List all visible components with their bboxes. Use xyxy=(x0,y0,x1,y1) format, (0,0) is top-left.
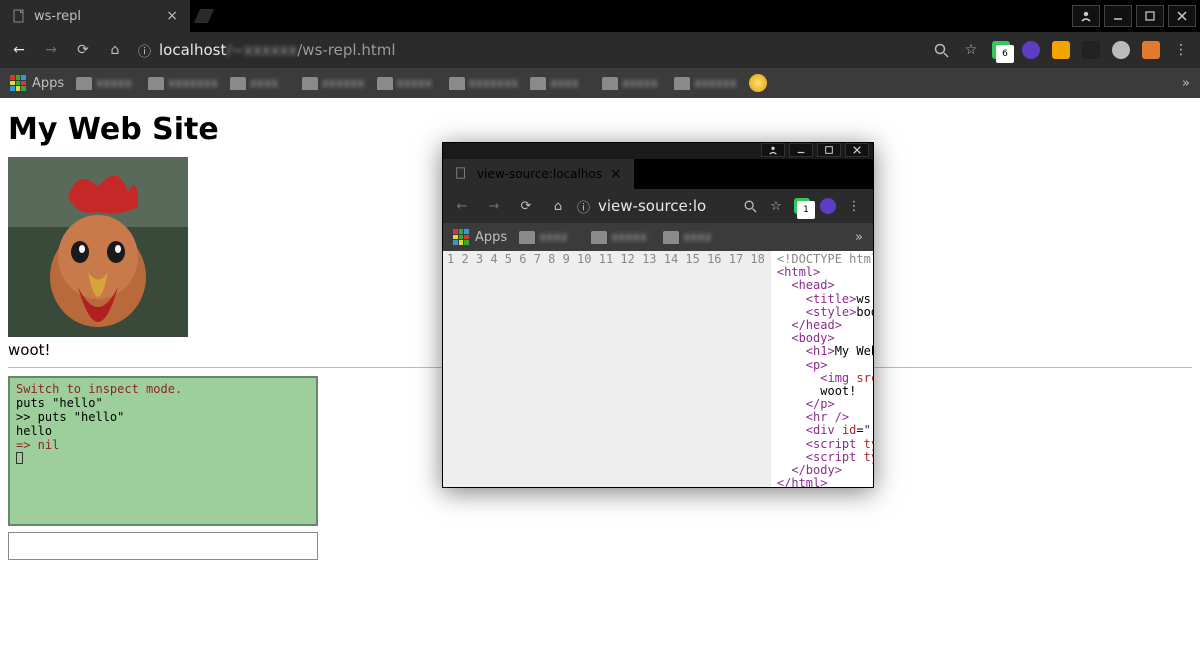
bookmark-item[interactable] xyxy=(749,74,767,92)
popup-bookmarks-bar: Apps xxxx xxxxx xxxx » xyxy=(443,223,873,251)
extension-1-icon[interactable]: 6 xyxy=(992,41,1010,59)
apps-label: Apps xyxy=(32,76,64,91)
apps-grid-icon xyxy=(10,75,26,91)
popup-apps-button[interactable]: Apps xyxy=(453,229,507,245)
star-icon[interactable]: ☆ xyxy=(962,41,980,59)
bookmark-folder[interactable]: xxxx xyxy=(519,230,579,244)
folder-icon xyxy=(449,77,465,90)
folder-icon xyxy=(602,77,618,90)
omnibox[interactable]: ⓘ localhost/~xxxxxx/ws-repl.html xyxy=(138,41,918,60)
folder-icon xyxy=(519,231,535,244)
bookmark-folder[interactable]: xxxx xyxy=(530,76,590,90)
source-pane[interactable]: 1 2 3 4 5 6 7 8 9 10 11 12 13 14 15 16 1… xyxy=(443,251,873,487)
popup-toolbar-right: ☆ 1 ⋮ xyxy=(741,197,863,215)
bookmark-folder[interactable]: xxxxxx xyxy=(302,76,365,90)
repl-console[interactable]: Switch to inspect mode.puts "hello">> pu… xyxy=(8,376,318,526)
popup-maximize-button[interactable] xyxy=(817,143,841,157)
home-button[interactable]: ⌂ xyxy=(106,42,124,58)
folder-icon xyxy=(591,231,607,244)
folder-icon xyxy=(663,231,679,244)
profile-button[interactable] xyxy=(1072,5,1100,27)
extension-2-icon[interactable] xyxy=(1022,41,1040,59)
window-controls xyxy=(1068,0,1200,32)
popup-extension-2-icon[interactable] xyxy=(819,197,837,215)
bookmark-folder[interactable]: xxxx xyxy=(663,230,723,244)
new-tab-button[interactable] xyxy=(190,0,218,32)
extension-4-icon[interactable] xyxy=(1082,41,1100,59)
apps-button[interactable]: Apps xyxy=(10,75,64,91)
star-icon[interactable]: ☆ xyxy=(767,197,785,215)
minimize-button[interactable] xyxy=(1104,5,1132,27)
popup-tabstrip: view-source:localhos × xyxy=(443,159,873,189)
popup-tab-title: view-source:localhos xyxy=(477,167,602,181)
menu-icon[interactable]: ⋮ xyxy=(1172,41,1190,59)
extension-6-icon[interactable] xyxy=(1142,41,1160,59)
repl-input[interactable] xyxy=(8,532,318,560)
popup-home-button[interactable]: ⌂ xyxy=(549,199,567,214)
browser-tab[interactable]: ws-repl × xyxy=(0,0,190,32)
site-info-icon[interactable]: ⓘ xyxy=(577,197,590,216)
popup-titlebar xyxy=(443,143,873,159)
popup-forward-button[interactable]: → xyxy=(485,199,503,214)
popup-omnibox[interactable]: ⓘ view-source:lo xyxy=(577,197,731,216)
bookmark-folder[interactable]: xxxxx xyxy=(602,76,662,90)
popup-reload-button[interactable]: ⟳ xyxy=(517,199,535,214)
extension-5-icon[interactable] xyxy=(1112,41,1130,59)
bookmarks-bar: Apps xxxxx xxxxxxx xxxx xxxxxx xxxxx xxx… xyxy=(0,68,1200,98)
page-favicon-icon xyxy=(12,9,26,23)
url-text: localhost/~xxxxxx/ws-repl.html xyxy=(159,41,395,59)
bookmark-folder[interactable]: xxxxx xyxy=(591,230,651,244)
bookmarks-overflow-icon[interactable]: » xyxy=(1182,76,1190,91)
back-button[interactable]: ← xyxy=(10,42,28,58)
site-info-icon[interactable]: ⓘ xyxy=(138,41,151,60)
maximize-button[interactable] xyxy=(1136,5,1164,27)
reload-button[interactable]: ⟳ xyxy=(74,42,92,58)
bookmark-folder[interactable]: xxxxx xyxy=(377,76,437,90)
lightbulb-icon xyxy=(749,74,767,92)
page-image xyxy=(8,157,188,337)
folder-icon xyxy=(76,77,92,90)
apps-grid-icon xyxy=(453,229,469,245)
popup-address-bar: ← → ⟳ ⌂ ⓘ view-source:lo ☆ 1 ⋮ xyxy=(443,189,873,223)
extension-3-icon[interactable] xyxy=(1052,41,1070,59)
page-favicon-icon xyxy=(455,167,469,181)
tab-title: ws-repl xyxy=(34,9,81,24)
view-source-window: view-source:localhos × ← → ⟳ ⌂ ⓘ view-so… xyxy=(442,142,874,488)
folder-icon xyxy=(230,77,246,90)
folder-icon xyxy=(530,77,546,90)
folder-icon xyxy=(674,77,690,90)
bookmarks-overflow-icon[interactable]: » xyxy=(855,230,863,245)
source-code: <!DOCTYPE html> <html> <head> <title>ws-… xyxy=(771,251,873,487)
popup-extension-1-icon[interactable]: 1 xyxy=(793,197,811,215)
forward-button[interactable]: → xyxy=(42,42,60,58)
tab-close-icon[interactable]: × xyxy=(166,8,178,24)
popup-profile-button[interactable] xyxy=(761,143,785,157)
main-titlebar: ws-repl × xyxy=(0,0,1200,32)
line-numbers: 1 2 3 4 5 6 7 8 9 10 11 12 13 14 15 16 1… xyxy=(443,251,771,487)
toolbar-right: ☆ 6 ⋮ xyxy=(932,41,1190,59)
search-icon[interactable] xyxy=(741,197,759,215)
bookmark-folder[interactable]: xxxxx xyxy=(76,76,136,90)
bookmark-folder[interactable]: xxxx xyxy=(230,76,290,90)
address-bar: ← → ⟳ ⌂ ⓘ localhost/~xxxxxx/ws-repl.html… xyxy=(0,32,1200,68)
popup-tab[interactable]: view-source:localhos × xyxy=(443,159,634,189)
folder-icon xyxy=(377,77,393,90)
folder-icon xyxy=(148,77,164,90)
popup-minimize-button[interactable] xyxy=(789,143,813,157)
folder-icon xyxy=(302,77,318,90)
bookmark-folder[interactable]: xxxxxxx xyxy=(449,76,519,90)
bookmark-folder[interactable]: xxxxxx xyxy=(674,76,737,90)
popup-menu-icon[interactable]: ⋮ xyxy=(845,197,863,215)
popup-close-button[interactable] xyxy=(845,143,869,157)
bookmark-folder[interactable]: xxxxxxx xyxy=(148,76,218,90)
close-window-button[interactable] xyxy=(1168,5,1196,27)
search-icon[interactable] xyxy=(932,41,950,59)
popup-tab-close-icon[interactable]: × xyxy=(610,166,622,182)
popup-url-text: view-source:lo xyxy=(598,197,706,215)
popup-back-button[interactable]: ← xyxy=(453,199,471,214)
